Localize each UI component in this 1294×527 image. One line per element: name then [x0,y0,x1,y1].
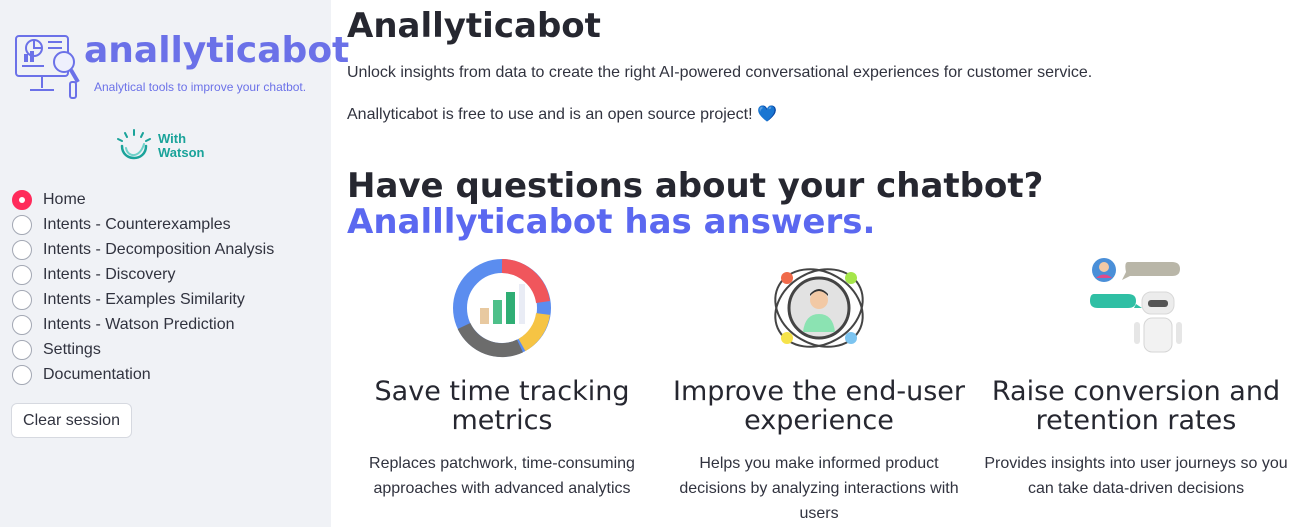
user-experience-icon [664,255,974,360]
nav-label: Intents - Discovery [43,265,176,283]
clear-session-button[interactable]: Clear session [11,403,132,438]
intro-text: Unlock insights from data to create the … [347,64,1093,81]
headline: Have questions about your chatbot? Anall… [347,168,1277,240]
feature-title: Save time tracking metrics [374,376,630,436]
nav-intents-counterexamples[interactable]: Intents - Counterexamples [12,212,274,237]
chatbot-conversation-icon [981,255,1291,360]
app-subtitle: Analytical tools to improve your chatbot… [94,80,307,94]
open-source-label: Anallyticabot is free to use and is an o… [347,106,753,123]
radio-button[interactable] [12,189,32,210]
watson-icon [117,129,151,160]
app-title: anallyticabot [84,30,350,71]
feature-text: Replaces patchwork, time-consuming appro… [369,455,635,497]
nav-documentation[interactable]: Documentation [12,362,274,387]
main-content: Anallyticabot Unlock insights from data … [347,0,1288,527]
nav-label: Intents - Watson Prediction [43,315,235,333]
nav-settings[interactable]: Settings [12,337,274,362]
nav-intents-decomposition-analysis[interactable]: Intents - Decomposition Analysis [12,237,274,262]
feature-title: Improve the end-user experience [673,376,965,436]
feature-text: Helps you make informed product decision… [679,455,959,522]
feature-card: Improve the end-user experience Helps yo… [664,255,974,526]
watson-label-line2: Watson [158,145,205,160]
radio-button[interactable] [12,289,32,310]
nav-intents-discovery[interactable]: Intents - Discovery [12,262,274,287]
nav-label: Home [43,190,86,208]
radio-button[interactable] [12,314,32,335]
page-title: Anallyticabot [347,6,601,46]
feature-card: Save time tracking metrics Replaces patc… [347,255,657,501]
feature-text: Provides insights into user journeys so … [984,455,1288,497]
headline-accent: Analllyticabot has answers. [347,202,876,242]
watson-label: With Watson [158,132,204,160]
heart-icon: 💙 [757,106,777,123]
feature-card: Raise conversion and retention rates Pro… [981,255,1291,501]
radio-button[interactable] [12,339,32,360]
nav-intents-examples-similarity[interactable]: Intents - Examples Similarity [12,287,274,312]
nav-home[interactable]: Home [12,187,274,212]
nav-label: Intents - Counterexamples [43,215,231,233]
analytics-chart-icon [347,255,657,360]
watson-badge: With Watson [114,128,224,164]
headline-dark: Have questions about your chatbot? [347,166,1044,206]
watson-label-line1: With [158,131,187,146]
page-navigation: Home Intents - Counterexamples Intents -… [12,187,274,387]
nav-intents-watson-prediction[interactable]: Intents - Watson Prediction [12,312,274,337]
sidebar: anallyticabot Analytical tools to improv… [0,0,349,527]
radio-button[interactable] [12,214,32,235]
app-logo: anallyticabot Analytical tools to improv… [12,28,349,106]
radio-button[interactable] [12,264,32,285]
feature-title: Raise conversion and retention rates [991,376,1281,436]
radio-button[interactable] [12,239,32,260]
analytics-monitor-icon [15,35,80,99]
radio-button[interactable] [12,364,32,385]
nav-label: Settings [43,340,101,358]
nav-label: Documentation [43,365,151,383]
nav-label: Intents - Decomposition Analysis [43,240,275,258]
open-source-text: Anallyticabot is free to use and is an o… [347,104,777,124]
nav-label: Intents - Examples Similarity [43,290,245,308]
